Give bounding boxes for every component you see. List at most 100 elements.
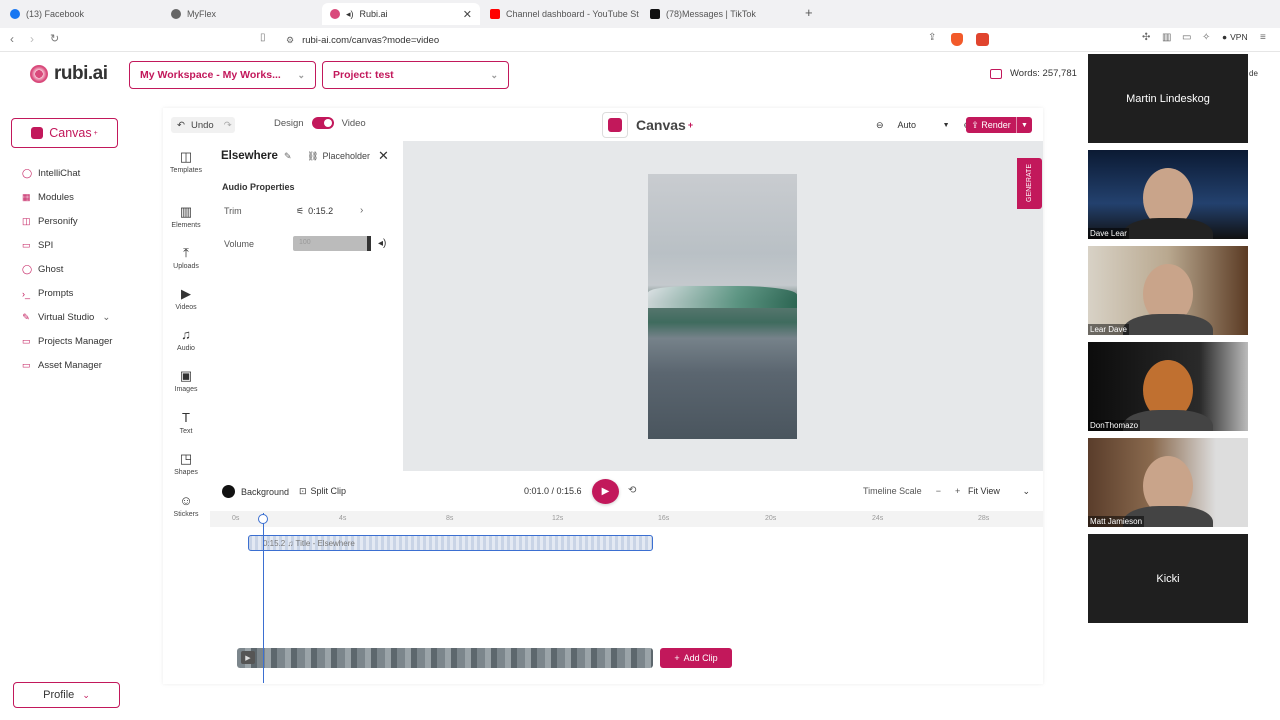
tab-tiktok[interactable]: (78)Messages | TikTok — [642, 3, 800, 25]
back-icon[interactable]: ‹ — [10, 32, 14, 46]
clipped-side-label: de — [1249, 69, 1258, 78]
new-tab-icon[interactable]: + — [805, 5, 813, 20]
time-display: 0:01.0 / 0:15.6 — [524, 486, 582, 496]
generate-tab[interactable]: GENERATE — [1017, 158, 1042, 209]
tool-audio[interactable]: ♫ Audio — [166, 328, 206, 353]
rubi-logo[interactable]: rubi.ai — [30, 63, 108, 85]
placeholder-button[interactable]: ⛓ Placeholder — [307, 151, 370, 162]
tool-label: Uploads — [173, 263, 199, 270]
volume-handle[interactable] — [367, 236, 371, 251]
bookmark-icon[interactable]: ▯ — [260, 32, 266, 43]
reload-icon[interactable]: ↻ — [50, 32, 59, 45]
tab-myflex[interactable]: MyFlex — [163, 3, 321, 25]
extensions-icon[interactable]: ✣ — [1142, 32, 1150, 43]
video-preview[interactable] — [648, 174, 797, 439]
render-button[interactable]: ⇪ Render ▼ — [966, 117, 1032, 133]
forward-icon[interactable]: › — [30, 32, 34, 46]
trim-label: Trim — [224, 206, 242, 216]
profile-button[interactable]: Profile ⌄ — [13, 682, 120, 708]
tool-videos[interactable]: ▶ Videos — [166, 287, 206, 312]
playhead[interactable] — [263, 513, 264, 683]
sidebar-item-label: Projects Manager — [38, 336, 113, 347]
fit-view-select[interactable]: Fit View ⌄ — [968, 486, 1030, 497]
tab-facebook[interactable]: (13) Facebook — [2, 3, 160, 25]
tool-stickers[interactable]: ☺ Stickers — [166, 494, 206, 519]
sidebar-item-modules[interactable]: ▦ Modules — [22, 192, 74, 203]
workspace-select[interactable]: My Workspace - My Works... ⌄ — [129, 61, 316, 89]
chevron-right-icon[interactable]: › — [360, 205, 363, 216]
tool-images[interactable]: ▣ Images — [166, 369, 206, 394]
sidebar-item-prompts[interactable]: ›_ Prompts — [22, 288, 73, 299]
participant-tile[interactable]: Martin Lindeskog — [1088, 54, 1248, 143]
audio-clip[interactable]: 0:15.2 ♫ Title - Elsewhere — [248, 535, 653, 551]
chevron-down-icon: ⌄ — [490, 69, 498, 80]
redo-icon[interactable]: ↷ — [224, 120, 232, 131]
sidebar-item-ghost[interactable]: ◯ Ghost — [22, 264, 63, 275]
render-icon: ⇪ — [971, 119, 982, 130]
volume-label: Volume — [224, 239, 255, 249]
leo-icon[interactable]: ✧ — [1202, 32, 1210, 43]
video-clip-strip[interactable]: ▶ — [237, 648, 653, 668]
undo-button[interactable]: ↶ Undo ↷ — [171, 117, 235, 133]
tool-label: Videos — [175, 304, 197, 311]
sidebar-toggle-icon[interactable]: ▥ — [1162, 32, 1171, 43]
brave-shield-icon[interactable] — [951, 33, 963, 46]
zoom-select[interactable]: Auto ▼ — [894, 117, 954, 133]
tool-uploads[interactable]: ⤒ Uploads — [166, 246, 206, 271]
volume-slider[interactable]: 100 — [293, 236, 371, 251]
tool-shapes[interactable]: ◳ Shapes — [166, 452, 206, 477]
vpn-button[interactable]: ● VPN — [1222, 32, 1248, 42]
playhead-handle[interactable] — [258, 514, 268, 524]
sidebar-item-asset-manager[interactable]: ▭ Asset Manager — [22, 360, 102, 371]
participant-tile[interactable]: Kicki — [1088, 534, 1248, 623]
trim-value[interactable]: ⚟ 0:15.2 — [296, 206, 333, 217]
sidebar-item-personify[interactable]: ◫ Personify — [22, 216, 78, 227]
scale-plus-icon[interactable]: + — [955, 486, 960, 496]
tab-label: (13) Facebook — [26, 9, 85, 19]
mode-switch[interactable] — [311, 117, 334, 129]
participant-tile[interactable]: Dave Lear — [1088, 150, 1248, 239]
link-icon: ⛓ — [307, 151, 319, 161]
browser-tab-bar: (13) Facebook MyFlex ◂) Rubi.ai ✕ Channe… — [0, 0, 1280, 28]
participant-tile[interactable]: Lear Dave — [1088, 246, 1248, 335]
speaker-icon[interactable]: ◂) — [378, 238, 386, 249]
ghost-icon: ◯ — [22, 264, 33, 274]
sidebar-item-virtual-studio[interactable]: ✎ Virtual Studio ⌄ — [22, 312, 110, 323]
play-button[interactable]: ▶ — [592, 479, 619, 504]
menu-icon[interactable]: ≡ — [1260, 32, 1266, 43]
project-select[interactable]: Project: test ⌄ — [322, 61, 509, 89]
participant-tile[interactable]: Matt Jamieson — [1088, 438, 1248, 527]
play-icon: ▶ — [601, 486, 610, 497]
close-panel-icon[interactable]: ✕ — [378, 148, 389, 164]
brave-rewards-icon[interactable] — [976, 33, 989, 46]
tool-elements[interactable]: ▥ Elements — [166, 205, 206, 230]
share-icon[interactable]: ⇪ — [928, 32, 936, 43]
site-info-icon: ⚙ — [286, 34, 295, 45]
sidebar-item-spi[interactable]: ▭ SPI — [22, 240, 53, 251]
tool-templates[interactable]: ◫ Templates — [166, 150, 206, 175]
canvas-nav-button[interactable]: Canvas + — [11, 118, 118, 148]
add-clip-button[interactable]: + Add Clip — [660, 648, 732, 668]
loop-icon[interactable]: ⟲ — [628, 485, 636, 496]
tab-youtube[interactable]: Channel dashboard - YouTube St — [482, 3, 640, 25]
split-clip-button[interactable]: ⊡ Split Clip — [299, 486, 346, 497]
zoom-out-icon[interactable]: ⊖ — [876, 120, 884, 131]
close-icon[interactable]: ✕ — [463, 8, 472, 21]
mode-toggle[interactable]: Design Video — [274, 117, 366, 129]
render-dropdown-icon[interactable]: ▼ — [1016, 117, 1032, 133]
scale-minus-icon[interactable]: − — [936, 486, 941, 496]
persona-icon: ◫ — [22, 216, 31, 226]
url-field[interactable]: ⚙ rubi-ai.com/canvas?mode=video — [280, 31, 1000, 49]
sidebar-item-projects-manager[interactable]: ▭ Projects Manager — [22, 336, 112, 347]
tab-rubi[interactable]: ◂) Rubi.ai ✕ — [322, 3, 480, 25]
timeline-ruler[interactable] — [210, 511, 1043, 527]
tool-text[interactable]: T Text — [166, 411, 206, 436]
sidebar-item-label: SPI — [38, 240, 54, 251]
wallet-icon[interactable]: ▭ — [1182, 32, 1191, 43]
edit-icon[interactable]: ✎ — [284, 151, 292, 162]
split-icon: ⊡ — [299, 486, 307, 496]
background-button[interactable]: Background — [222, 485, 289, 498]
participant-tile[interactable]: DonThomazo — [1088, 342, 1248, 431]
folder-icon: ▭ — [22, 336, 31, 346]
sidebar-item-intellichat[interactable]: ◯ IntelliChat — [22, 168, 80, 179]
